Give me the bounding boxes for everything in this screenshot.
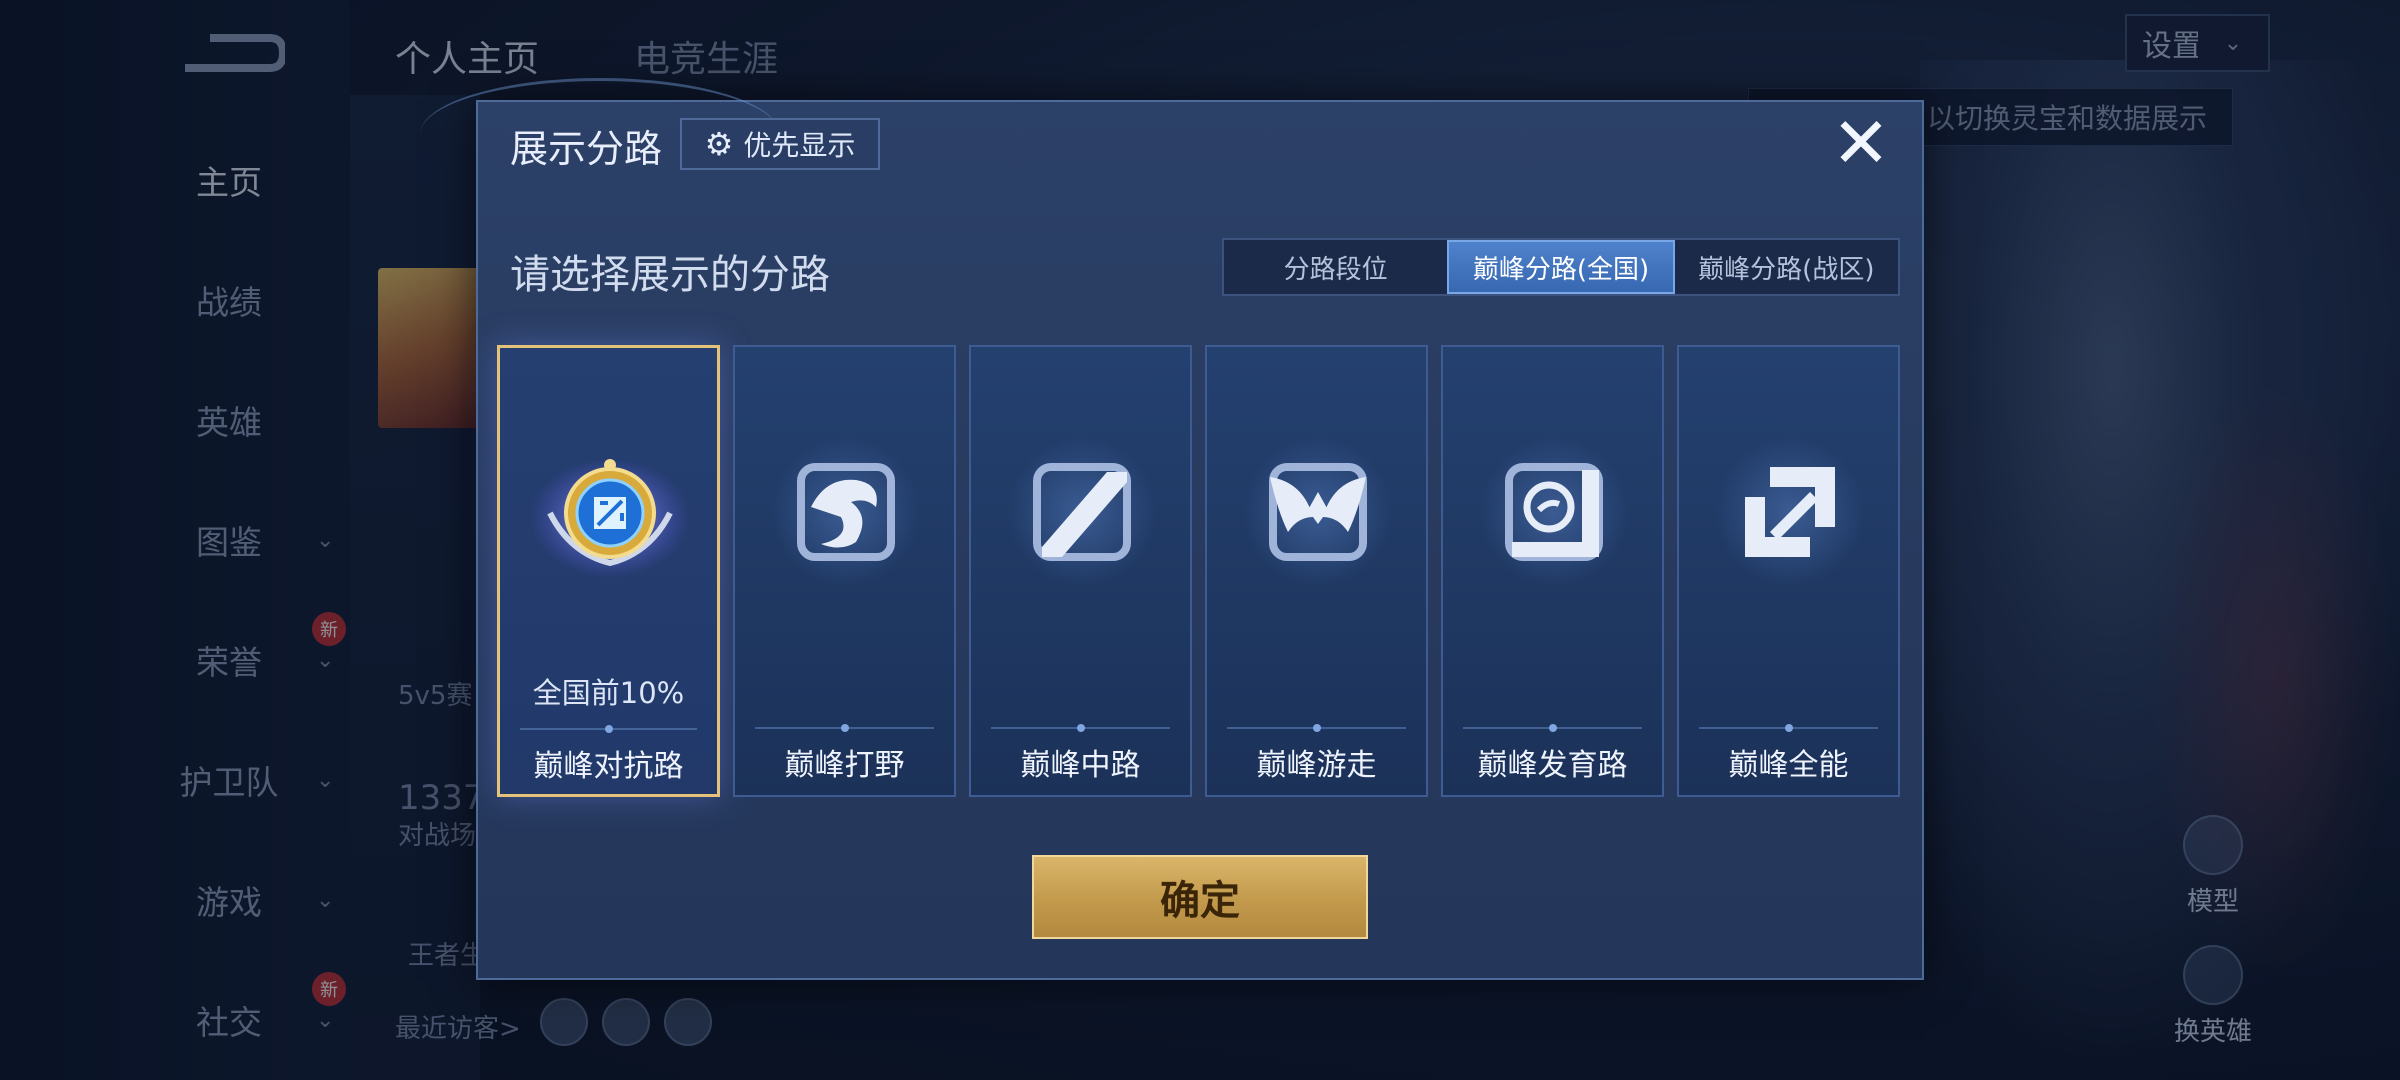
card-divider xyxy=(1463,724,1642,732)
lane-card-all-round[interactable]: 巅峰全能 xyxy=(1677,345,1900,797)
jungle-dragon-icon xyxy=(797,463,895,561)
lane-card-farm[interactable]: 巅峰发育路 xyxy=(1441,345,1664,797)
lane-name: 巅峰中路 xyxy=(1020,748,1141,783)
tab-lane-rank[interactable]: 分路段位 xyxy=(1224,240,1447,294)
close-icon: ✕ xyxy=(1831,102,1891,184)
card-divider xyxy=(520,725,697,733)
select-lane-prompt: 请选择展示的分路 xyxy=(510,252,830,298)
lane-cards: 全国前10% 巅峰对抗路 巅峰打野 巅峰中路 巅峰游走 巅峰发育路 巅峰全能 xyxy=(497,345,1900,797)
lane-name: 巅峰打野 xyxy=(784,748,905,783)
lane-name: 巅峰全能 xyxy=(1728,748,1849,783)
roam-wings-icon xyxy=(1269,463,1367,561)
priority-display-button[interactable]: ⚙ 优先显示 xyxy=(680,118,880,170)
tab-peak-lane-region[interactable]: 巅峰分路(战区) xyxy=(1675,240,1898,294)
priority-display-label: 优先显示 xyxy=(743,129,856,162)
lane-name: 巅峰游走 xyxy=(1256,748,1377,783)
lane-type-tabs: 分路段位 巅峰分路(全国) 巅峰分路(战区) xyxy=(1222,238,1900,296)
lane-card-clash[interactable]: 全国前10% 巅峰对抗路 xyxy=(497,345,720,797)
card-divider xyxy=(755,724,934,732)
lane-card-mid[interactable]: 巅峰中路 xyxy=(969,345,1192,797)
gear-icon: ⚙ xyxy=(704,125,734,163)
mid-lane-slash-icon xyxy=(1033,463,1131,561)
close-button[interactable]: ✕ xyxy=(1830,108,1892,178)
farm-lane-icon xyxy=(1505,463,1603,561)
lane-card-jungle[interactable]: 巅峰打野 xyxy=(733,345,956,797)
lane-name: 巅峰发育路 xyxy=(1477,748,1628,783)
card-divider xyxy=(1227,724,1406,732)
card-divider xyxy=(1699,724,1878,732)
all-round-icon xyxy=(1745,467,1835,557)
lane-name: 巅峰对抗路 xyxy=(533,749,684,784)
clash-lane-emblem-icon xyxy=(530,458,690,578)
card-divider xyxy=(991,724,1170,732)
tab-peak-lane-national[interactable]: 巅峰分路(全国) xyxy=(1447,240,1675,294)
dialog-title: 展示分路 xyxy=(510,127,663,171)
confirm-button[interactable]: 确定 xyxy=(1032,855,1368,939)
lane-card-roam[interactable]: 巅峰游走 xyxy=(1205,345,1428,797)
rank-percentile: 全国前10% xyxy=(532,676,685,710)
